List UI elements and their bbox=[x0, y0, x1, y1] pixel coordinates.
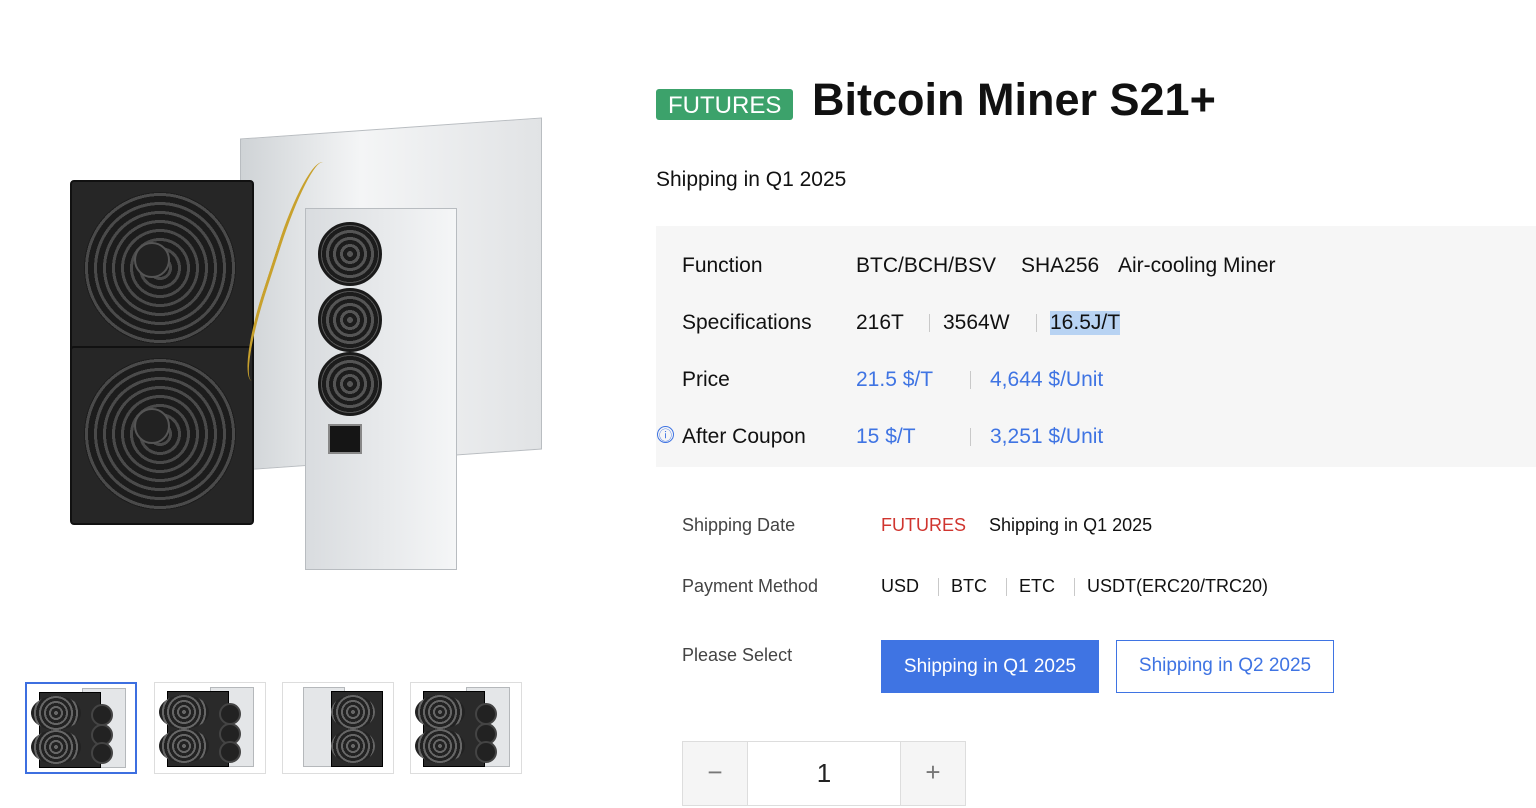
spec-power: 3564W bbox=[943, 311, 1010, 334]
payment-usdt: USDT(ERC20/TRC20) bbox=[1087, 576, 1269, 596]
thumbnail-3[interactable] bbox=[282, 682, 394, 774]
shipping-futures-tag: FUTURES bbox=[881, 515, 966, 535]
specifications-label: Specifications bbox=[682, 311, 812, 334]
spec-hashrate: 216T bbox=[856, 311, 904, 334]
psu-fan-2 bbox=[318, 288, 382, 352]
payment-btc: BTC bbox=[951, 576, 987, 596]
price-per-t: 21.5 $/T bbox=[856, 368, 934, 391]
psu-fan-1 bbox=[318, 222, 382, 286]
product-main-image bbox=[70, 117, 542, 570]
divider bbox=[1074, 578, 1075, 596]
payment-usd: USD bbox=[881, 576, 920, 596]
spec-efficiency: 16.5J/T bbox=[1050, 311, 1121, 335]
power-switch bbox=[328, 424, 362, 454]
function-value-2: SHA256 bbox=[1021, 254, 1100, 277]
miner-fan-bottom bbox=[70, 346, 254, 525]
divider bbox=[970, 371, 971, 389]
shipping-date-value: Shipping in Q1 2025 bbox=[989, 515, 1153, 535]
please-select-label: Please Select bbox=[682, 645, 793, 665]
quantity-stepper: − 1 + bbox=[682, 741, 966, 806]
function-value-1: BTC/BCH/BSV bbox=[856, 254, 997, 277]
payment-method-label: Payment Method bbox=[682, 576, 819, 596]
divider bbox=[929, 314, 930, 332]
info-icon[interactable]: ⓘ bbox=[657, 426, 674, 443]
quantity-input[interactable]: 1 bbox=[747, 742, 901, 805]
psu-fan-3 bbox=[318, 352, 382, 416]
divider bbox=[938, 578, 939, 596]
quantity-plus-button[interactable]: + bbox=[900, 742, 965, 805]
divider bbox=[1036, 314, 1037, 332]
payment-etc: ETC bbox=[1019, 576, 1055, 596]
option-shipping-q2[interactable]: Shipping in Q2 2025 bbox=[1116, 640, 1334, 693]
miner-fan-top bbox=[70, 180, 254, 359]
thumbnail-1[interactable] bbox=[25, 682, 137, 774]
after-coupon-label: After Coupon bbox=[682, 425, 806, 448]
shipping-date-label: Shipping Date bbox=[682, 515, 796, 535]
coupon-per-t: 15 $/T bbox=[856, 425, 916, 448]
function-value-3: Air-cooling Miner bbox=[1118, 254, 1276, 277]
function-label: Function bbox=[682, 254, 763, 277]
price-per-unit: 4,644 $/Unit bbox=[990, 368, 1104, 391]
thumbnail-2[interactable] bbox=[154, 682, 266, 774]
thumbnail-4[interactable] bbox=[410, 682, 522, 774]
divider bbox=[970, 428, 971, 446]
quantity-minus-button[interactable]: − bbox=[683, 742, 748, 805]
coupon-per-unit: 3,251 $/Unit bbox=[990, 425, 1104, 448]
futures-badge: FUTURES bbox=[656, 89, 794, 120]
option-shipping-q1[interactable]: Shipping in Q1 2025 bbox=[881, 640, 1099, 693]
price-label: Price bbox=[682, 368, 730, 391]
divider bbox=[1006, 578, 1007, 596]
shipping-summary: Shipping in Q1 2025 bbox=[656, 168, 847, 191]
product-title: Bitcoin Miner S21+ bbox=[812, 74, 1216, 125]
